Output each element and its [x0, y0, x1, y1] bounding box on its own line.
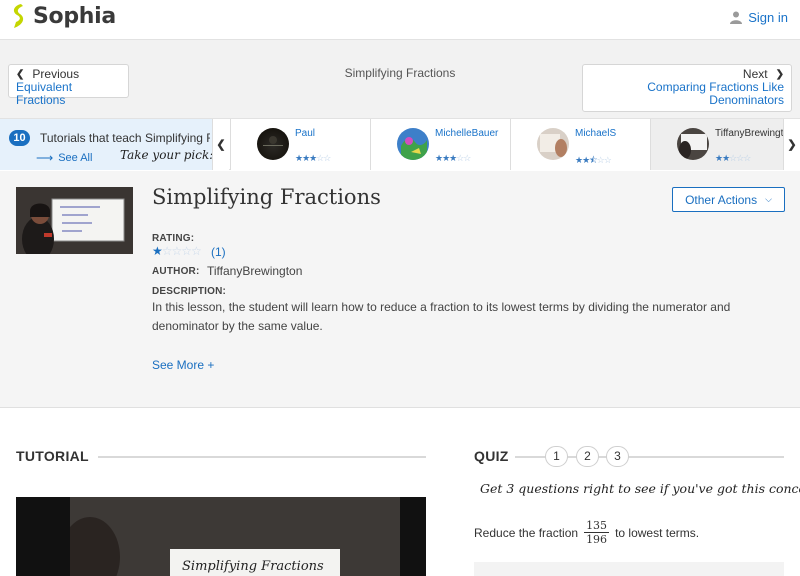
- card-author-name: Paul: [295, 128, 316, 139]
- carousel-next-button[interactable]: ❯: [783, 119, 800, 170]
- whiteboard-text: Simplifying Fractions: [182, 559, 324, 574]
- description-label: DESCRIPTION:: [152, 286, 227, 297]
- current-tutorial-title: Simplifying Fractions: [344, 66, 456, 80]
- carousel-card-michellebauer[interactable]: MichelleBauer ★★★☆☆: [370, 119, 510, 170]
- sign-in-link[interactable]: Sign in: [730, 10, 788, 25]
- next-link-line2[interactable]: Denominators: [590, 94, 784, 107]
- quiz-tagline: Get 3 questions right to see if you've g…: [480, 481, 800, 496]
- tutorial-heading: TUTORIAL: [16, 448, 89, 464]
- author-name: TiffanyBrewington: [207, 264, 303, 278]
- quiz-heading: QUIZ: [474, 448, 509, 464]
- divider: [98, 456, 426, 458]
- quiz-question-3[interactable]: 3: [606, 446, 629, 467]
- brand-name: Sophia: [33, 3, 116, 29]
- sophia-logo-icon: [10, 3, 28, 29]
- card-author-name: TiffanyBrewington: [715, 128, 787, 139]
- previous-label: Previous: [32, 67, 80, 81]
- chevron-left-icon: ❮: [216, 139, 226, 151]
- card-author-name: MichelleBauer: [435, 128, 499, 139]
- fraction: 135 196: [584, 519, 610, 546]
- quiz-question-1[interactable]: 1: [545, 446, 568, 467]
- chevron-left-icon: ❮: [16, 68, 25, 80]
- tutorial-video-player[interactable]: Simplifying Fractions: [16, 497, 426, 576]
- other-actions-label: Other Actions: [685, 192, 758, 207]
- card-rating-stars: ★★⯪☆☆: [575, 155, 612, 165]
- chevron-down-icon: ⌵: [765, 194, 772, 204]
- video-thumbnail-image: [16, 187, 133, 254]
- avatar: [537, 128, 569, 160]
- chevron-right-icon: ❯: [787, 139, 797, 151]
- tutorial-carousel: 10 Tutorials that teach Simplifying Frac…: [0, 118, 800, 170]
- card-rating-stars: ★★★☆☆: [295, 153, 331, 163]
- see-more-link[interactable]: See More +: [152, 358, 214, 372]
- quiz-question-prompt: Reduce the fraction 135 196 to lowest te…: [474, 519, 699, 546]
- avatar: [257, 128, 289, 160]
- tutorial-title: Simplifying Fractions: [152, 185, 381, 209]
- card-rating-stars: ★★☆☆☆: [715, 153, 751, 163]
- card-rating-stars: ★★★☆☆: [435, 153, 471, 163]
- arrow-right-icon: ⟶: [36, 151, 54, 165]
- card-author-name: MichaelS: [575, 128, 617, 139]
- fraction-denominator: 196: [586, 533, 608, 546]
- carousel-lead: 10 Tutorials that teach Simplifying Frac…: [0, 119, 212, 170]
- description-text: In this lesson, the student will learn h…: [152, 300, 731, 333]
- see-all-label: See All: [58, 152, 93, 164]
- next-tutorial-button[interactable]: Next ❯ Comparing Fractions Like Denomina…: [582, 64, 792, 112]
- author-label: AUTHOR:: [152, 266, 200, 277]
- rating-stars[interactable]: ★☆☆☆☆: [152, 244, 202, 258]
- rating-count[interactable]: (1): [211, 245, 226, 259]
- carousel-card-paul[interactable]: Paul ★★★☆☆: [230, 119, 370, 170]
- see-all-link[interactable]: ⟶ See All: [36, 151, 92, 165]
- previous-row: ❮ Previous: [16, 67, 121, 81]
- sophia-logo[interactable]: Sophia: [10, 3, 116, 29]
- next-row: Next ❯: [590, 67, 784, 81]
- take-your-pick-text: Take your pick:: [120, 148, 212, 162]
- previous-link[interactable]: Equivalent Fractions: [16, 81, 121, 107]
- carousel-prev-button[interactable]: ❮: [212, 119, 229, 170]
- video-frame: Simplifying Fractions: [60, 497, 400, 576]
- other-actions-button[interactable]: Other Actions ⌵: [672, 187, 785, 212]
- previous-tutorial-button[interactable]: ❮ Previous Equivalent Fractions: [8, 64, 129, 107]
- carousel-card-michaels[interactable]: MichaelS ★★⯪☆☆: [510, 119, 650, 170]
- prompt-after: to lowest terms.: [615, 525, 700, 540]
- fraction-numerator: 135: [584, 519, 610, 533]
- carousel-card-tiffanybrewington[interactable]: TiffanyBrewington ★★☆☆☆: [650, 119, 787, 170]
- tutorials-teach-text: Tutorials that teach Simplifying Fractio…: [40, 131, 210, 145]
- top-header: Sophia Sign in: [0, 0, 800, 40]
- sign-in-label: Sign in: [748, 10, 788, 25]
- user-icon: [730, 11, 743, 24]
- tutorial-count-badge: 10: [9, 130, 30, 146]
- prompt-before: Reduce the fraction: [474, 525, 579, 540]
- chevron-right-icon: ❯: [775, 68, 784, 80]
- quiz-answer-panel: [474, 562, 784, 576]
- quiz-question-2[interactable]: 2: [576, 446, 599, 467]
- rating-label: RATING:: [152, 233, 195, 244]
- tutorial-thumbnail[interactable]: [16, 187, 133, 254]
- next-label: Next: [742, 67, 768, 81]
- avatar: [397, 128, 429, 160]
- avatar: [677, 128, 709, 160]
